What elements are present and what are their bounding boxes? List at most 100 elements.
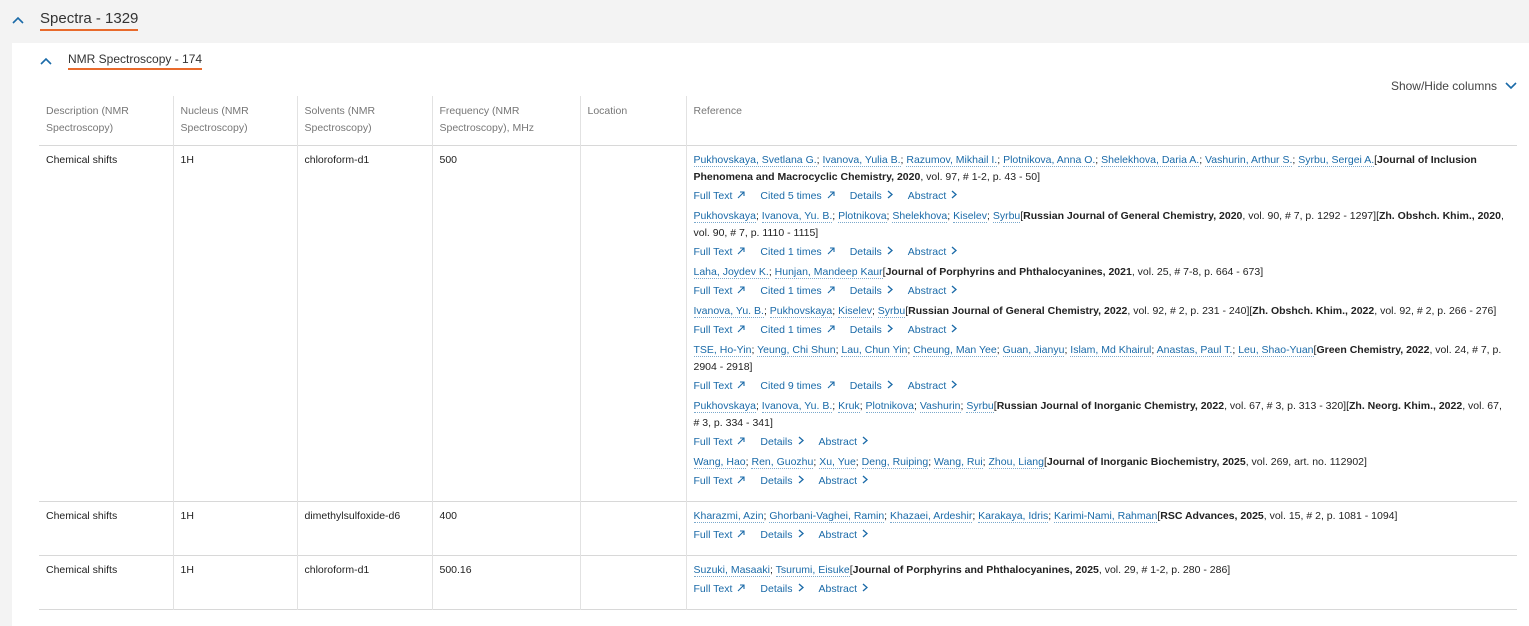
cited-by-link[interactable]: Cited 1 times bbox=[760, 322, 835, 339]
author-link[interactable]: Vashurin, Arthur S. bbox=[1205, 154, 1293, 167]
subsection-title: NMR Spectroscopy - 174 bbox=[68, 52, 203, 70]
author-link[interactable]: Suzuki, Masaaki bbox=[693, 564, 770, 577]
author-link[interactable]: Pukhovskaya bbox=[693, 400, 756, 413]
cited-by-link[interactable]: Cited 9 times bbox=[760, 378, 835, 395]
author-link[interactable]: Plotnikova bbox=[865, 400, 914, 413]
abstract-link[interactable]: Abstract bbox=[908, 378, 958, 395]
details-link[interactable]: Details bbox=[850, 244, 893, 261]
author-link[interactable]: Kiselev bbox=[838, 305, 872, 318]
author-link[interactable]: Khazaei, Ardeshir bbox=[890, 510, 973, 523]
nmr-subsection-header[interactable]: NMR Spectroscopy - 174 bbox=[40, 52, 203, 70]
cited-by-link[interactable]: Cited 1 times bbox=[760, 283, 835, 300]
details-link[interactable]: Details bbox=[850, 322, 893, 339]
details-link[interactable]: Details bbox=[760, 434, 804, 451]
reference-citation: Kharazmi, Azin; Ghorbani-Vaghei, Ramin; … bbox=[693, 508, 1511, 525]
author-link[interactable]: Syrbu bbox=[877, 305, 906, 318]
author-link[interactable]: Anastas, Paul T. bbox=[1156, 344, 1233, 357]
author-link[interactable]: Ivanova, Yu. B. bbox=[693, 305, 764, 318]
full-text-link[interactable]: Full Text bbox=[694, 434, 746, 451]
author-link[interactable]: Guan, Jianyu bbox=[1002, 344, 1065, 357]
column-header-location[interactable]: Location bbox=[579, 96, 686, 146]
author-link[interactable]: Karakaya, Idris bbox=[978, 510, 1049, 523]
full-text-link[interactable]: Full Text bbox=[694, 188, 746, 205]
full-text-link[interactable]: Full Text bbox=[694, 322, 746, 339]
abstract-link[interactable]: Abstract bbox=[908, 244, 958, 261]
full-text-link[interactable]: Full Text bbox=[694, 378, 746, 395]
author-link[interactable]: Syrbu bbox=[992, 210, 1021, 223]
author-link[interactable]: Kruk bbox=[838, 400, 860, 413]
full-text-link[interactable]: Full Text bbox=[694, 581, 746, 598]
author-link[interactable]: Wang, Hao bbox=[693, 456, 746, 469]
abstract-link[interactable]: Abstract bbox=[819, 434, 869, 451]
author-link[interactable]: Ivanova, Yu. B. bbox=[761, 400, 833, 413]
column-header-reference[interactable]: Reference bbox=[685, 96, 1517, 146]
author-link[interactable]: Hunjan, Mandeep Kaur bbox=[774, 266, 883, 279]
author-link[interactable]: Yeung, Chi Shun bbox=[757, 344, 836, 357]
abstract-link[interactable]: Abstract bbox=[819, 527, 869, 544]
abstract-link[interactable]: Abstract bbox=[908, 322, 958, 339]
details-link[interactable]: Details bbox=[760, 473, 804, 490]
show-hide-columns-button[interactable]: Show/Hide columns bbox=[1391, 79, 1517, 93]
table-header-row: Description (NMR Spectroscopy) Nucleus (… bbox=[39, 96, 1517, 146]
full-text-link[interactable]: Full Text bbox=[694, 283, 746, 300]
details-link[interactable]: Details bbox=[850, 283, 893, 300]
author-link[interactable]: Shelekhova, Daria A. bbox=[1101, 154, 1200, 167]
author-link[interactable]: Zhou, Liang bbox=[988, 456, 1044, 469]
author-link[interactable]: Islam, Md Khairul bbox=[1070, 344, 1152, 357]
column-header-solvents[interactable]: Solvents (NMR Spectroscopy) bbox=[296, 96, 432, 146]
author-link[interactable]: Pukhovskaya bbox=[693, 210, 756, 223]
author-link[interactable]: Deng, Ruiping bbox=[861, 456, 929, 469]
chevron-down-icon bbox=[1505, 79, 1517, 93]
author-link[interactable]: Kharazmi, Azin bbox=[693, 510, 764, 523]
author-link[interactable]: Karimi-Nami, Rahman bbox=[1054, 510, 1158, 523]
author-link[interactable]: Shelekhova bbox=[892, 210, 948, 223]
details-link[interactable]: Details bbox=[760, 581, 804, 598]
author-link[interactable]: Lau, Chun Yin bbox=[841, 344, 908, 357]
abstract-label: Abstract bbox=[818, 475, 858, 487]
column-header-frequency[interactable]: Frequency (NMR Spectroscopy), MHz bbox=[431, 96, 580, 146]
author-link[interactable]: Ivanova, Yu. B. bbox=[761, 210, 833, 223]
external-link-icon bbox=[737, 244, 745, 261]
chevron-up-icon[interactable] bbox=[12, 16, 24, 24]
author-link[interactable]: Plotnikova bbox=[838, 210, 887, 223]
cited-by-link[interactable]: Cited 1 times bbox=[760, 244, 835, 261]
abstract-link[interactable]: Abstract bbox=[819, 473, 869, 490]
full-text-link[interactable]: Full Text bbox=[694, 244, 746, 261]
author-link[interactable]: Kiselev bbox=[953, 210, 987, 223]
reference-entry: Pukhovskaya; Ivanova, Yu. B.; Kruk; Plot… bbox=[693, 398, 1511, 451]
author-link[interactable]: Razumov, Mikhail I. bbox=[906, 154, 998, 167]
author-link[interactable]: Tsurumi, Eisuke bbox=[775, 564, 850, 577]
author-link[interactable]: TSE, Ho-Yin bbox=[693, 344, 752, 357]
author-link[interactable]: Pukhovskaya bbox=[769, 305, 833, 318]
author-link[interactable]: Syrbu, Sergei A. bbox=[1298, 154, 1375, 167]
author-link[interactable]: Leu, Shao-Yuan bbox=[1238, 344, 1314, 357]
column-header-nucleus[interactable]: Nucleus (NMR Spectroscopy) bbox=[172, 96, 297, 146]
author-link[interactable]: Wang, Rui bbox=[934, 456, 983, 469]
abstract-link[interactable]: Abstract bbox=[819, 581, 869, 598]
author-link[interactable]: Plotnikova, Anna O. bbox=[1003, 154, 1096, 167]
chevron-right-icon bbox=[951, 322, 958, 339]
author-link[interactable]: Xu, Yue bbox=[819, 456, 856, 469]
author-link[interactable]: Syrbu bbox=[966, 400, 994, 413]
full-text-link[interactable]: Full Text bbox=[694, 473, 746, 490]
author-link[interactable]: Laha, Joydev K. bbox=[693, 266, 769, 279]
abstract-link[interactable]: Abstract bbox=[908, 188, 958, 205]
details-link[interactable]: Details bbox=[850, 188, 893, 205]
abstract-link[interactable]: Abstract bbox=[908, 283, 958, 300]
author-link[interactable]: Ivanova, Yulia B. bbox=[822, 154, 901, 167]
details-link[interactable]: Details bbox=[760, 527, 804, 544]
details-link[interactable]: Details bbox=[850, 378, 893, 395]
details-label: Details bbox=[849, 324, 882, 336]
spectra-section-header[interactable]: Spectra - 1329 bbox=[0, 0, 1529, 40]
chevron-right-icon bbox=[862, 527, 869, 544]
author-link[interactable]: Cheung, Man Yee bbox=[913, 344, 997, 357]
column-header-description[interactable]: Description (NMR Spectroscopy) bbox=[39, 96, 173, 146]
author-link[interactable]: Pukhovskaya, Svetlana G. bbox=[693, 154, 817, 167]
author-link[interactable]: Ren, Guozhu bbox=[751, 456, 814, 469]
chevron-up-icon[interactable] bbox=[40, 57, 52, 65]
full-text-link[interactable]: Full Text bbox=[694, 527, 746, 544]
cell-nucleus: 1H bbox=[172, 145, 297, 502]
cited-by-link[interactable]: Cited 5 times bbox=[760, 188, 835, 205]
author-link[interactable]: Ghorbani-Vaghei, Ramin bbox=[769, 510, 885, 523]
author-link[interactable]: Vashurin bbox=[919, 400, 961, 413]
